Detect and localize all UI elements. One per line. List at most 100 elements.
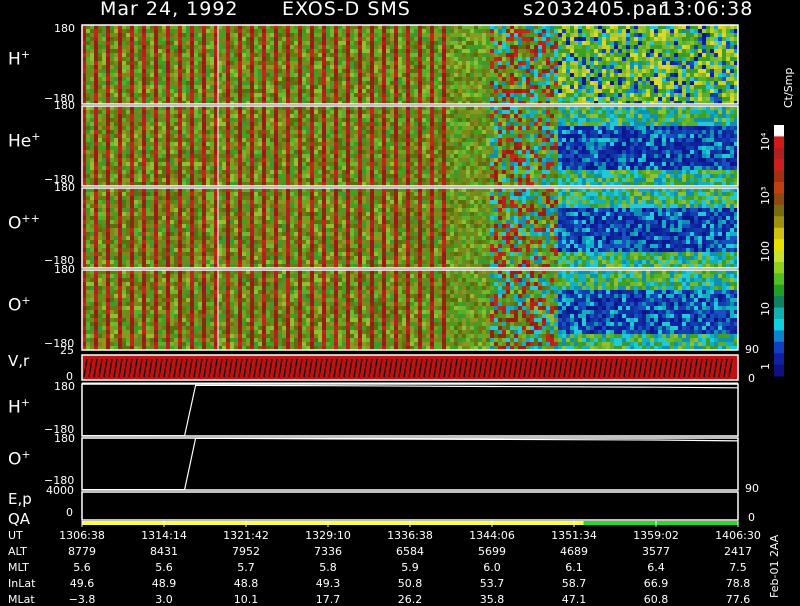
colorbar-swatch-20 xyxy=(774,353,784,365)
axis-cell: 1314:14 xyxy=(134,529,194,542)
axis-cell: 8779 xyxy=(52,545,112,558)
ep-frame xyxy=(82,492,738,520)
colorbar-swatch-9 xyxy=(774,228,784,240)
colorbar-label-1: 1 xyxy=(759,363,772,370)
tick-qa-min: 0 xyxy=(66,506,73,519)
colorbar-swatch-8 xyxy=(774,216,784,228)
axis-cell: 1329:10 xyxy=(298,529,358,542)
colorbar-swatch-15 xyxy=(774,296,784,308)
colorbar-unit: Ct/Smp xyxy=(782,68,795,108)
axis-cell: 1321:42 xyxy=(216,529,276,542)
colorbar-swatch-21 xyxy=(774,365,784,377)
label-h-plus: H+ xyxy=(8,48,30,70)
colorbar-swatch-4 xyxy=(774,171,784,183)
label-o-line: O+ xyxy=(8,448,31,470)
label-he-plus: He+ xyxy=(8,130,40,152)
plot-canvas xyxy=(0,0,800,600)
colorbar-swatch-19 xyxy=(774,342,784,354)
axis-row-label: ALT xyxy=(8,545,27,558)
qa-segment-1 xyxy=(584,521,738,525)
colorbar-swatch-3 xyxy=(774,159,784,171)
colorbar-swatch-10 xyxy=(774,239,784,251)
line-panel-frame-1 xyxy=(82,438,738,490)
colorbar-swatch-7 xyxy=(774,205,784,217)
series-h-plus xyxy=(82,385,738,435)
axis-cell: 1306:38 xyxy=(52,529,112,542)
colorbar-label-100: 100 xyxy=(759,241,772,262)
tick-vr-right-min: 0 xyxy=(748,372,755,385)
qa-segment-0 xyxy=(82,521,584,525)
tick-qa-right-min: 0 xyxy=(748,511,755,524)
axis-cell: 1359:02 xyxy=(626,529,686,542)
axis-cell: 1336:38 xyxy=(380,529,440,542)
colorbar-swatch-2 xyxy=(774,148,784,160)
colorbar-label-10: 10 xyxy=(759,302,772,316)
label-h-line: H+ xyxy=(8,396,30,418)
axis-cell: 5699 xyxy=(462,545,522,558)
axis-cell: 6.4 xyxy=(626,561,686,574)
axis-row-label: MLT xyxy=(8,561,29,574)
tick-ep-right-max: 90 xyxy=(745,482,759,495)
axis-cell: 1406:30 xyxy=(708,529,768,542)
footer-stamp: Feb-01 2AA xyxy=(768,535,781,598)
colorbar-swatch-0 xyxy=(774,125,784,137)
label-o-plus: O+ xyxy=(8,294,31,316)
tick-he-max: 180 xyxy=(54,99,75,112)
colorbar-label-1e3: 10³ xyxy=(759,187,772,205)
axis-cell: 6.0 xyxy=(462,561,522,574)
axis-cell: 5.6 xyxy=(52,561,112,574)
axis-row-label: InLat xyxy=(8,577,35,590)
colorbar-swatch-5 xyxy=(774,182,784,194)
tick-vr-right-max: 90 xyxy=(745,343,759,356)
label-qa: QA xyxy=(8,510,30,528)
axis-cell: 1344:06 xyxy=(462,529,522,542)
label-vr: V,r xyxy=(8,352,29,370)
axis-cell: 7952 xyxy=(216,545,276,558)
axis-cell: 78.8 xyxy=(708,577,768,590)
colorbar-swatch-14 xyxy=(774,285,784,297)
axis-cell: 5.6 xyxy=(134,561,194,574)
axis-cell: 48.9 xyxy=(134,577,194,590)
axis-cell: 66.9 xyxy=(626,577,686,590)
axis-cell: 1351:34 xyxy=(544,529,604,542)
axis-cell: 48.8 xyxy=(216,577,276,590)
axis-cell: 4689 xyxy=(544,545,604,558)
spectrogram-layer xyxy=(82,25,738,380)
series-o-plus xyxy=(82,438,738,489)
tick-op-max: 180 xyxy=(54,263,75,276)
colorbar-swatch-6 xyxy=(774,194,784,206)
axis-cell: 5.8 xyxy=(298,561,358,574)
tick-ol-max: 180 xyxy=(54,432,75,445)
colorbar-swatch-11 xyxy=(774,251,784,263)
axis-cell: 6.1 xyxy=(544,561,604,574)
tick-h-max: 180 xyxy=(54,22,75,35)
colorbar-swatch-16 xyxy=(774,308,784,320)
colorbar-swatch-12 xyxy=(774,262,784,274)
axis-row-label: UT xyxy=(8,529,23,542)
axis-cell: 50.8 xyxy=(380,577,440,590)
axis-cell: 53.7 xyxy=(462,577,522,590)
colorbar-layer xyxy=(774,125,784,377)
colorbar-swatch-1 xyxy=(774,136,784,148)
line-panel-frame-0 xyxy=(82,384,738,436)
axis-cell: 49.3 xyxy=(298,577,358,590)
axis-cell: 6584 xyxy=(380,545,440,558)
axis-cell: 3577 xyxy=(626,545,686,558)
colorbar-swatch-13 xyxy=(774,273,784,285)
axis-cell: 2417 xyxy=(708,545,768,558)
axis-cell: 49.6 xyxy=(52,577,112,590)
axis-cell: 58.7 xyxy=(544,577,604,590)
colorbar-swatch-17 xyxy=(774,319,784,331)
tick-opp-max: 180 xyxy=(54,181,75,194)
label-ep: E,p xyxy=(8,490,32,508)
axis-cell: 7.5 xyxy=(708,561,768,574)
tick-vr-max: 25 xyxy=(60,344,74,357)
colorbar-label-1e4: 10⁴ xyxy=(759,133,772,151)
tick-ep-max: 4000 xyxy=(46,484,74,497)
axis-cell: 5.9 xyxy=(380,561,440,574)
tick-hl-max: 180 xyxy=(54,380,75,393)
axis-cell: 7336 xyxy=(298,545,358,558)
colorbar-swatch-18 xyxy=(774,330,784,342)
label-o-plusplus: O++ xyxy=(8,212,40,234)
axis-cell: 5.7 xyxy=(216,561,276,574)
